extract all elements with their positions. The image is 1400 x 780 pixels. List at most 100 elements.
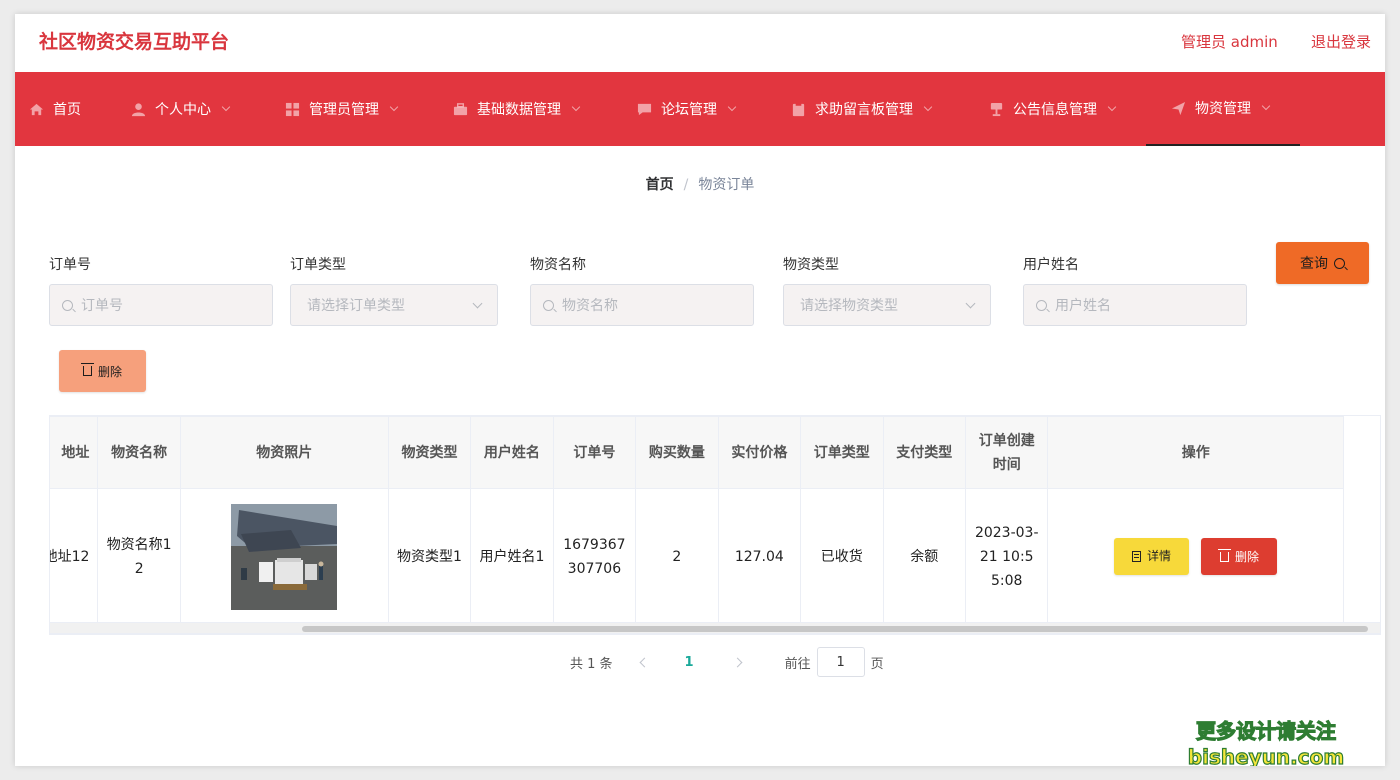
- cell-order-no: 1679367307706: [552, 488, 637, 625]
- home-icon: [29, 103, 44, 115]
- query-button[interactable]: 查询: [1276, 242, 1369, 284]
- breadcrumb-current: 物资订单: [698, 177, 755, 193]
- goods-type-select[interactable]: 请选择物资类型: [783, 284, 991, 326]
- trash-icon: [1217, 548, 1231, 562]
- app-window: 社区物资交易互助平台 管理员 admin 退出登录 首页 个人中心 管理员管理 …: [15, 14, 1385, 766]
- goods-type-placeholder: 请选择物资类型: [800, 298, 898, 314]
- batch-delete-label: 删除: [97, 364, 122, 379]
- goods-name-placeholder: 物资名称: [562, 298, 618, 314]
- goods-photo[interactable]: [231, 503, 338, 610]
- logout-link[interactable]: 退出登录: [1311, 31, 1371, 52]
- trash-icon: [80, 363, 94, 376]
- breadcrumb-separator: /: [683, 177, 689, 193]
- column-header-created: 订单创建时间: [964, 416, 1049, 489]
- nav-item-message-board[interactable]: 求助留言板管理: [791, 72, 933, 146]
- send-icon: [1171, 101, 1186, 115]
- goto-label: 前往: [784, 656, 811, 672]
- column-header-order-no: 订单号: [552, 416, 637, 489]
- cell-goods-name: 物资名称12: [97, 488, 181, 625]
- chevron-down-icon: [923, 102, 933, 112]
- detail-button-label: 详情: [1146, 549, 1171, 564]
- svg-text:更多设计请关注: 更多设计请关注: [1196, 719, 1336, 743]
- cell-created: 2023-03-21 10:55:08: [964, 488, 1049, 625]
- row-delete-label: 删除: [1234, 549, 1259, 564]
- column-header-price: 实付价格: [717, 416, 802, 489]
- nav-item-admin[interactable]: 管理员管理: [285, 72, 399, 146]
- column-header-goods-name: 物资名称: [97, 416, 181, 489]
- order-no-label: 订单号: [49, 257, 91, 273]
- cell-quantity: 2: [635, 488, 719, 625]
- chevron-left-icon[interactable]: [639, 657, 649, 667]
- goods-name-input[interactable]: 物资名称: [530, 284, 754, 326]
- main-nav: 首页 个人中心 管理员管理 基础数据管理 论坛管理 求助留言板管理 公告信息管理…: [15, 72, 1385, 146]
- column-header-quantity: 购买数量: [635, 416, 719, 489]
- nav-item-basic-data[interactable]: 基础数据管理: [453, 72, 581, 146]
- nav-item-forum[interactable]: 论坛管理: [637, 72, 737, 146]
- breadcrumb-home[interactable]: 首页: [646, 177, 674, 193]
- column-header-actions: 操作: [1047, 416, 1344, 489]
- chevron-down-icon: [1107, 102, 1117, 112]
- site-title: 社区物资交易互助平台: [39, 31, 230, 53]
- chevron-down-icon: [727, 102, 737, 112]
- user-name-input[interactable]: 用户姓名: [1023, 284, 1247, 326]
- nav-label: 公告信息管理: [1013, 102, 1097, 118]
- chevron-down-icon: [472, 298, 483, 309]
- breadcrumb: 首页 / 物资订单: [15, 174, 1385, 194]
- nav-item-profile[interactable]: 个人中心: [131, 72, 231, 146]
- trophy-icon: [990, 102, 1003, 116]
- nav-label: 管理员管理: [309, 102, 379, 118]
- document-icon: [1131, 550, 1141, 562]
- nav-label: 基础数据管理: [477, 102, 561, 118]
- pagination: 共 1 条 1 前往 页: [570, 647, 884, 677]
- nav-label: 物资管理: [1195, 101, 1251, 117]
- order-type-label: 订单类型: [290, 257, 346, 273]
- cell-goods-type: 物资类型1: [387, 488, 472, 625]
- nav-label: 求助留言板管理: [815, 102, 913, 118]
- cell-address: 地址12: [50, 488, 99, 625]
- chevron-down-icon: [571, 102, 581, 112]
- nav-item-home[interactable]: 首页: [29, 72, 81, 146]
- chevron-down-icon: [221, 102, 231, 112]
- goods-type-label: 物资类型: [783, 257, 839, 273]
- nav-item-goods[interactable]: 物资管理: [1146, 72, 1300, 146]
- order-type-select[interactable]: 请选择订单类型: [290, 284, 498, 326]
- column-header-goods-type: 物资类型: [387, 416, 472, 489]
- page-suffix: 页: [870, 656, 884, 672]
- nav-label: 论坛管理: [661, 102, 717, 118]
- row-delete-button[interactable]: 删除: [1201, 538, 1278, 576]
- detail-button[interactable]: 详情: [1114, 537, 1189, 575]
- nav-item-announcement[interactable]: 公告信息管理: [989, 72, 1117, 146]
- search-icon: [1036, 299, 1047, 311]
- search-icon: [1334, 257, 1345, 269]
- orders-table: 地址 物资名称 物资照片 物资类型 用户姓名 订单号 购买数量 实付价格 订单类…: [49, 415, 1381, 635]
- pagination-total: 共 1 条: [570, 656, 613, 672]
- column-header-address: 地址: [50, 416, 99, 489]
- search-icon: [62, 299, 73, 311]
- chat-icon: [637, 103, 652, 115]
- current-user: 管理员 admin: [1181, 33, 1278, 51]
- order-no-input[interactable]: 订单号: [49, 284, 273, 326]
- order-type-placeholder: 请选择订单类型: [307, 298, 405, 314]
- briefcase-icon: [453, 102, 468, 115]
- cell-user-name: 用户姓名1: [470, 488, 554, 625]
- nav-label: 首页: [53, 102, 81, 118]
- cell-actions: 详情 删除: [1047, 488, 1344, 625]
- cell-pay-type: 余额: [882, 488, 967, 625]
- grid-icon: [285, 102, 300, 116]
- table-header-row: 地址 物资名称 物资照片 物资类型 用户姓名 订单号 购买数量 实付价格 订单类…: [50, 416, 1344, 489]
- svg-text:bisheyun.com: bisheyun.com: [1188, 745, 1344, 766]
- batch-delete-button[interactable]: 删除: [59, 350, 146, 392]
- column-header-user-name: 用户姓名: [470, 416, 554, 489]
- goto-page-input[interactable]: [816, 647, 865, 677]
- chevron-down-icon: [1261, 101, 1271, 111]
- cell-photo: [179, 488, 389, 625]
- column-header-order-type: 订单类型: [800, 416, 884, 489]
- page-number[interactable]: 1: [685, 655, 694, 670]
- horizontal-scrollbar[interactable]: [49, 622, 1381, 634]
- chevron-right-icon[interactable]: [732, 657, 743, 667]
- user-name-placeholder: 用户姓名: [1055, 298, 1111, 314]
- watermark-logo: 更多设计请关注 bisheyun.com: [1187, 718, 1345, 766]
- column-header-pay-type: 支付类型: [882, 416, 967, 489]
- scrollbar-thumb[interactable]: [302, 626, 1368, 632]
- search-icon: [543, 299, 554, 311]
